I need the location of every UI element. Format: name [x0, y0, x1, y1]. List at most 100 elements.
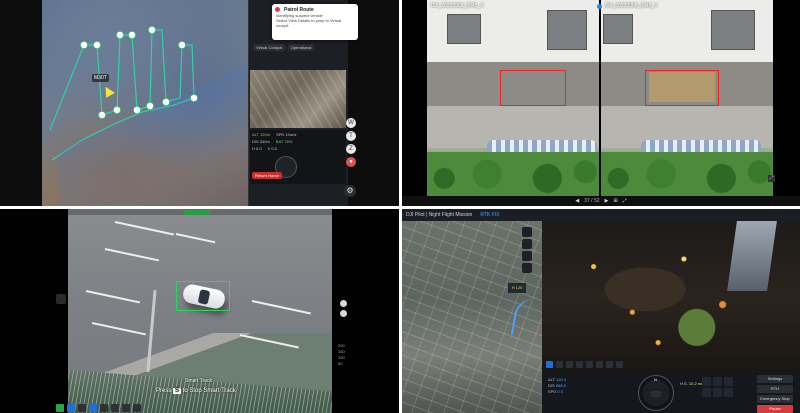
- comparison-image-left[interactable]: DJI_20220908_0045_V: [427, 0, 599, 196]
- pause-button[interactable]: Pause: [757, 405, 793, 413]
- layers-icon[interactable]: [522, 227, 532, 237]
- fullscreen-icon[interactable]: ⤢: [768, 175, 775, 182]
- telemetry-value: ALT 120m: [252, 132, 271, 137]
- zoom-controls: [340, 300, 347, 317]
- alert-icon: [275, 7, 280, 12]
- record-button[interactable]: ●: [346, 157, 356, 167]
- camera-mode-buttons: W T Z ●: [346, 118, 356, 167]
- mode-button[interactable]: [133, 404, 141, 412]
- tree-canopy: [601, 152, 773, 196]
- wide-camera-button[interactable]: W: [346, 118, 356, 128]
- readout-label: ALT: [548, 377, 555, 382]
- return-home-button[interactable]: Return Home: [252, 172, 282, 179]
- tele-camera-button[interactable]: T: [346, 131, 356, 141]
- waypoint-marker: [113, 106, 121, 114]
- dpad-button[interactable]: [724, 388, 733, 397]
- next-image-button[interactable]: ▶: [605, 198, 609, 204]
- mode-button[interactable]: [100, 404, 108, 412]
- expand-button[interactable]: ⤢: [623, 198, 627, 204]
- scale-tick: 50: [338, 361, 343, 366]
- telemetry-value: V 0.0: [267, 146, 277, 151]
- grid-view-button[interactable]: ⊞: [613, 198, 617, 204]
- roof-structure: [547, 10, 587, 50]
- dpad-button[interactable]: [724, 377, 733, 386]
- cockpit-tabs: Virtual Cockpit Operational: [250, 42, 346, 52]
- uav-label: M30T: [92, 74, 109, 82]
- satellite-map[interactable]: [42, 0, 252, 206]
- mode-button[interactable]: [56, 404, 64, 412]
- waypoint-marker: [162, 98, 170, 106]
- horizontal-speed: H.S. 10.2 m/s: [680, 381, 704, 386]
- waypoint-marker: [98, 111, 106, 119]
- camera-tool-button[interactable]: [546, 360, 553, 368]
- telemetry-value: BAT 78%: [275, 139, 293, 144]
- dpad-button[interactable]: [713, 388, 722, 397]
- locate-icon[interactable]: [522, 239, 532, 249]
- rth-button[interactable]: RTH: [757, 385, 793, 393]
- telemetry-value: SPD 10m/s: [276, 132, 297, 137]
- ruler-icon[interactable]: [522, 251, 532, 261]
- tab-operational[interactable]: Operational: [287, 43, 315, 51]
- mode-button[interactable]: [122, 404, 130, 412]
- mode-button[interactable]: [89, 404, 97, 412]
- four-panel-screenshot-grid: M30T Patrol Route Identifying suspect ve…: [0, 0, 800, 413]
- dpad-button[interactable]: [713, 377, 722, 386]
- app-title: DJI Pilot | Night Flight Mission: [406, 212, 473, 218]
- tracking-target-box[interactable]: [176, 281, 230, 311]
- collapse-panel-button[interactable]: [56, 294, 66, 304]
- zoom-out-button[interactable]: [340, 310, 347, 317]
- waypoint-marker: [146, 102, 154, 110]
- hint-suffix: to Stop Smart Track: [182, 388, 236, 394]
- rooftop: [427, 0, 599, 62]
- top-status-bar: DJI Pilot | Night Flight Mission RTK FIX: [402, 209, 800, 221]
- camera-tool-button[interactable]: [616, 360, 623, 368]
- panel-patrol-route: M30T Patrol Route Identifying suspect ve…: [0, 0, 399, 206]
- camera-tool-button[interactable]: [596, 360, 603, 368]
- track-status-label: Smart Track: [185, 378, 212, 384]
- comparison-image-right[interactable]: DJI_20220908_0045_V: [601, 0, 773, 196]
- altitude-scale: 200 150 100 50: [338, 343, 345, 367]
- left-toolbar: [0, 0, 42, 206]
- rtk-status: RTK FIX: [480, 212, 500, 218]
- signal-gauge: [184, 210, 210, 215]
- mode-button[interactable]: [78, 404, 86, 412]
- hint-key: S: [173, 388, 182, 394]
- readout-value: 120.4: [556, 377, 567, 382]
- image-caption: DJI_20220908_0045_V: [605, 3, 658, 9]
- camera-tool-button[interactable]: [586, 360, 593, 368]
- dpad-button[interactable]: [702, 388, 711, 397]
- zoom-camera-button[interactable]: Z: [346, 144, 356, 154]
- waypoint-marker: [80, 41, 88, 49]
- camera-tool-button[interactable]: [576, 360, 583, 368]
- detection-box: [645, 70, 719, 106]
- camera-tool-button[interactable]: [566, 360, 573, 368]
- zoom-in-button[interactable]: [340, 300, 347, 307]
- detection-box: [500, 70, 566, 106]
- mode-button[interactable]: [67, 404, 75, 412]
- dpad-button[interactable]: [702, 377, 711, 386]
- emergency-stop-button[interactable]: Emergency Stop: [757, 395, 793, 403]
- patrol-notification[interactable]: Patrol Route Identifying suspect vehicle…: [272, 4, 358, 40]
- compass-icon[interactable]: [522, 263, 532, 273]
- aircraft-pin[interactable]: H 120: [508, 283, 526, 293]
- waypoint-marker: [128, 31, 136, 39]
- readout-label: SPD: [548, 389, 557, 394]
- compass-center: [651, 391, 661, 397]
- camera-tool-button[interactable]: [606, 360, 613, 368]
- roof-structure: [447, 14, 481, 44]
- map-tools: [522, 227, 532, 273]
- mode-button[interactable]: [111, 404, 119, 412]
- camera-tool-button[interactable]: [556, 360, 563, 368]
- camera-toolbar: [544, 359, 800, 369]
- readout-value: 858.6: [555, 383, 566, 388]
- panel-image-comparison: DJI_20220908_0045_V DJI_20220908_0045_V …: [402, 0, 800, 206]
- waypoint-marker: [148, 26, 156, 34]
- telemetry-value: DIS 340m: [252, 139, 270, 144]
- tab-virtual-cockpit[interactable]: Virtual Cockpit: [253, 43, 285, 51]
- speed-label: H.S.: [680, 381, 688, 386]
- flight-readouts: ALT 120.4 DIS 858.6 SPD 0.0: [548, 377, 566, 395]
- settings-button[interactable]: Settings: [757, 375, 793, 383]
- prev-image-button[interactable]: ◀: [575, 198, 579, 204]
- live-camera-feed[interactable]: [250, 70, 346, 128]
- gear-icon[interactable]: ⚙: [344, 185, 356, 197]
